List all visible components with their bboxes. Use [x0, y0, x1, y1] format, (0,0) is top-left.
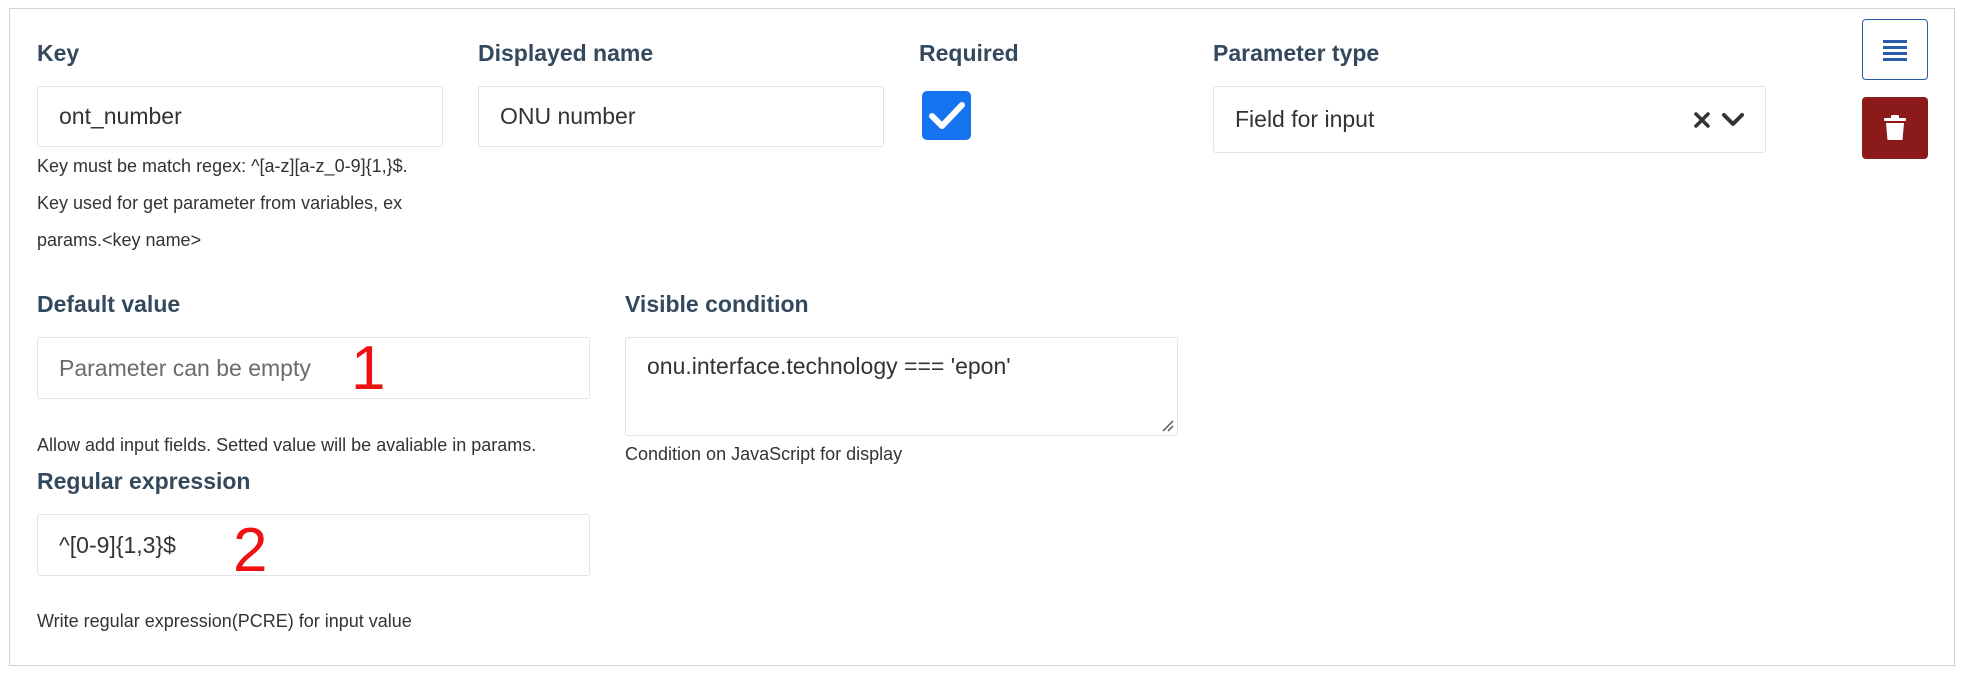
parameter-type-label: Parameter type — [1213, 40, 1380, 66]
regular-expression-value: ^[0-9]{1,3}$ — [59, 531, 176, 558]
clear-icon[interactable] — [1693, 111, 1711, 129]
default-value-label: Default value — [37, 291, 181, 317]
required-checkbox[interactable] — [922, 91, 971, 140]
required-label: Required — [919, 40, 1019, 66]
regular-expression-label: Regular expression — [37, 468, 251, 494]
displayed-name-value: ONU number — [500, 103, 636, 129]
list-icon — [1883, 39, 1907, 61]
annotation-marker-1: 1 — [351, 334, 386, 403]
visible-condition-textarea[interactable]: onu.interface.technology === 'epon' — [625, 337, 1178, 436]
key-help: Key must be match regex: ^[a-z][a-z_0-9]… — [37, 148, 457, 259]
checkmark-icon — [928, 101, 965, 129]
reorder-button[interactable] — [1862, 19, 1928, 80]
resize-handle-icon[interactable] — [1160, 418, 1174, 432]
key-label: Key — [37, 40, 80, 66]
visible-condition-help: Condition on JavaScript for display — [625, 444, 903, 464]
key-input-value: ont_number — [59, 103, 182, 129]
displayed-name-input[interactable]: ONU number — [478, 86, 884, 147]
visible-condition-value: onu.interface.technology === 'epon' — [647, 353, 1011, 379]
chevron-down-icon[interactable] — [1721, 112, 1745, 128]
key-help-line-3: params.<key name> — [37, 230, 202, 250]
default-value-placeholder: Parameter can be empty — [59, 354, 311, 381]
key-help-line-2: Key used for get parameter from variable… — [37, 193, 403, 213]
annotation-marker-2: 2 — [233, 516, 268, 585]
default-value-input[interactable]: Parameter can be empty — [37, 337, 590, 399]
regular-expression-input[interactable]: ^[0-9]{1,3}$ — [37, 514, 590, 576]
default-value-help: Allow add input fields. Setted value wil… — [37, 435, 537, 455]
trash-icon — [1884, 115, 1906, 140]
delete-button[interactable] — [1862, 97, 1928, 159]
displayed-name-label: Displayed name — [478, 40, 654, 66]
key-input[interactable]: ont_number — [37, 86, 443, 147]
parameter-type-select[interactable]: Field for input — [1213, 86, 1766, 153]
parameter-type-value: Field for input — [1235, 106, 1375, 132]
regular-expression-help: Write regular expression(PCRE) for input… — [37, 611, 412, 631]
visible-condition-label: Visible condition — [625, 291, 809, 317]
key-help-line-1: Key must be match regex: ^[a-z][a-z_0-9]… — [37, 156, 408, 176]
